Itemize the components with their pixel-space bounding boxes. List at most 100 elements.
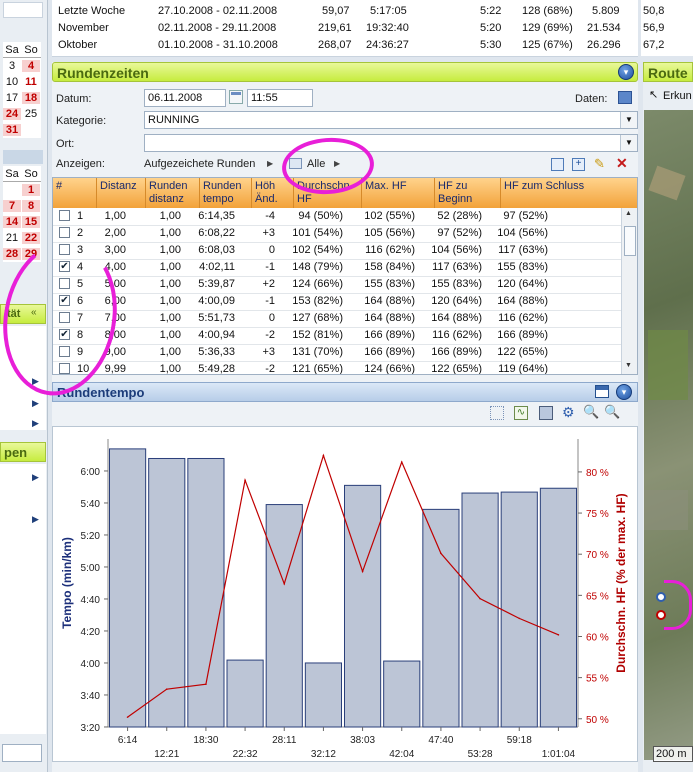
tool-label[interactable]: Erkun <box>663 90 692 102</box>
col-header[interactable]: Max. HF <box>362 178 435 208</box>
zoom-out-icon[interactable]: 🔍 <box>583 404 599 420</box>
cell-end: 122 (65%) <box>497 346 548 358</box>
table-row[interactable]: 3 3,00 1,00 6:08,03 0 102 (54%) 116 (62%) 104 (… <box>53 242 623 260</box>
summary-row[interactable]: Letzte Woche 27.10.2008 - 02.11.2008 59,… <box>52 3 638 20</box>
x-tick-label: 53:28 <box>468 749 493 760</box>
hr-point <box>479 597 481 600</box>
cal-day[interactable]: 7 <box>3 200 21 212</box>
table-row[interactable]: 5 5,00 1,00 5:39,87 +2 124 (66%) 155 (83%) 155 … <box>53 276 623 294</box>
col-header[interactable]: Höh Änd. <box>252 178 294 208</box>
cal-day[interactable]: 21 <box>3 232 21 244</box>
summary-row[interactable]: November 02.11.2008 - 29.11.2008 219,61 … <box>52 20 638 37</box>
table-row[interactable]: 1 1,00 1,00 6:14,35 -4 94 (50%) 102 (55%) 52 (2… <box>53 208 623 226</box>
chevron-right-icon[interactable]: ▶ <box>32 514 39 525</box>
cell-t: 6:08,22 <box>198 227 235 239</box>
cal-day[interactable]: 4 <box>22 60 40 72</box>
cell-h: 0 <box>268 312 275 324</box>
col-header[interactable]: # <box>53 178 97 208</box>
delete-icon[interactable]: ✕ <box>616 155 628 172</box>
chevron-down-icon[interactable]: ▼ <box>620 135 637 151</box>
cell-rd: 1,00 <box>159 244 181 256</box>
add-icon[interactable]: + <box>572 158 585 171</box>
cell-max: 166 (89%) <box>364 346 415 358</box>
cal-day[interactable]: 18 <box>22 92 40 104</box>
chart-type-icon[interactable]: ∿ <box>514 406 528 420</box>
hr-point <box>400 461 403 463</box>
cal-day[interactable]: 1 <box>22 184 40 196</box>
grid-toggle-icon[interactable] <box>490 406 504 420</box>
table-row[interactable]: 7 7,00 1,00 5:51,73 0 127 (68%) 164 (88%) 164 (… <box>53 310 623 328</box>
cell-hf: 131 (70%) <box>292 346 343 358</box>
cal-day[interactable]: 31 <box>3 124 21 136</box>
cell-end: 119 (64%) <box>498 363 548 375</box>
time-field[interactable]: 11:55 <box>247 89 313 107</box>
cal-day[interactable]: 22 <box>22 232 40 244</box>
left-bottom-input[interactable] <box>2 744 42 762</box>
calendar-icon[interactable] <box>229 90 243 104</box>
table-row[interactable]: 10 9,99 1,00 5:49,28 -2 121 (65%) 124 (66%) 122… <box>53 361 623 375</box>
cal-day[interactable]: 15 <box>22 216 40 228</box>
summary-kcal: 5.809 <box>592 5 620 17</box>
col-header[interactable]: Distanz <box>97 178 146 208</box>
left-section-header-2[interactable]: pen <box>0 442 46 462</box>
table-row[interactable]: ✔ 6 6,00 1,00 4:00,09 -1 153 (82%) 164 (88%) 120… <box>53 293 623 311</box>
cal-day[interactable]: 8 <box>22 200 40 212</box>
cal-day[interactable]: 17 <box>3 92 21 104</box>
cell-d: 1,00 <box>104 210 126 222</box>
cal-head-sa: Sa <box>5 168 19 180</box>
table-row[interactable]: 9 9,00 1,00 5:36,33 +3 131 (70%) 166 (89%) 166 … <box>53 344 623 362</box>
grid-scrollbar[interactable]: ▲ ▼ <box>621 208 637 374</box>
summary-row[interactable]: Oktober 01.10.2008 - 31.10.2008 268,07 2… <box>52 37 638 54</box>
anzeigen-value[interactable]: Aufgezeichete Runden <box>144 158 255 170</box>
y-tick-label-right: 80 % <box>586 468 609 479</box>
table-row[interactable]: ✔ 4 4,00 1,00 4:02,11 -1 148 (79%) 158 (84%) 117… <box>53 259 623 277</box>
hr-point <box>361 570 364 573</box>
row-checkbox[interactable] <box>59 227 70 238</box>
cal-day[interactable]: 3 <box>3 60 21 72</box>
data-icon[interactable] <box>618 91 632 104</box>
ort-select[interactable]: ▼ <box>144 134 638 152</box>
cal-day[interactable]: 14 <box>3 216 21 228</box>
chevron-right-icon[interactable]: ▶ <box>267 159 273 168</box>
cursor-icon[interactable]: ↖ <box>649 88 658 101</box>
calculator-icon[interactable] <box>551 158 564 171</box>
hr-point <box>440 552 442 555</box>
col-header[interactable]: Runden distanz <box>146 178 200 208</box>
kategorie-select[interactable]: RUNNING ▼ <box>144 111 638 129</box>
chevron-right-icon[interactable]: ▶ <box>32 472 39 483</box>
chevron-down-icon[interactable]: ▾ <box>616 384 632 400</box>
cell-beg: 155 (83%) <box>431 278 482 290</box>
save-icon[interactable] <box>539 406 553 420</box>
chevron-down-icon[interactable]: ▾ <box>618 64 634 80</box>
hr-point <box>165 688 168 690</box>
cal-day[interactable]: 25 <box>22 108 40 120</box>
col-header[interactable]: HF zum Schluss <box>501 178 637 208</box>
row-checkbox[interactable] <box>59 210 70 221</box>
route-panel: Route ↖ Erkun 200 m <box>643 62 693 772</box>
cal-day[interactable]: 10 <box>3 76 21 88</box>
cal-day[interactable]: 11 <box>22 76 40 88</box>
cal-day[interactable]: 24 <box>3 108 21 120</box>
hr-point <box>244 479 246 481</box>
table-row[interactable]: 2 2,00 1,00 6:08,22 +3 101 (54%) 105 (56%) 97 (… <box>53 225 623 243</box>
kategorie-value: RUNNING <box>148 114 200 126</box>
summary-distance: 268,07 <box>318 39 352 51</box>
chevron-right-icon[interactable]: ▶ <box>32 398 39 409</box>
layout-icon[interactable] <box>595 385 609 398</box>
cell-rd: 1,00 <box>159 210 181 222</box>
cell-rd: 1,00 <box>159 278 181 290</box>
cell-max: 158 (84%) <box>364 261 415 273</box>
zoom-in-icon[interactable]: 🔍 <box>604 404 620 420</box>
chevron-right-icon[interactable]: ▶ <box>32 418 39 429</box>
table-row[interactable]: ✔ 8 8,00 1,00 4:00,94 -2 152 (81%) 166 (89%) 116… <box>53 327 623 345</box>
col-header[interactable]: Runden tempo <box>200 178 252 208</box>
chevron-down-icon[interactable]: ▼ <box>620 112 637 128</box>
cal-day[interactable]: 28 <box>3 248 21 260</box>
satellite-map[interactable] <box>644 110 693 760</box>
settings-icon[interactable]: ⚙ <box>562 404 575 421</box>
date-field[interactable]: 06.11.2008 <box>144 89 226 107</box>
cell-max: 164 (88%) <box>364 312 415 324</box>
cell-hf: 124 (66%) <box>292 278 343 290</box>
pencil-icon[interactable]: ✎ <box>594 156 605 172</box>
col-header[interactable]: HF zu Beginn <box>435 178 501 208</box>
